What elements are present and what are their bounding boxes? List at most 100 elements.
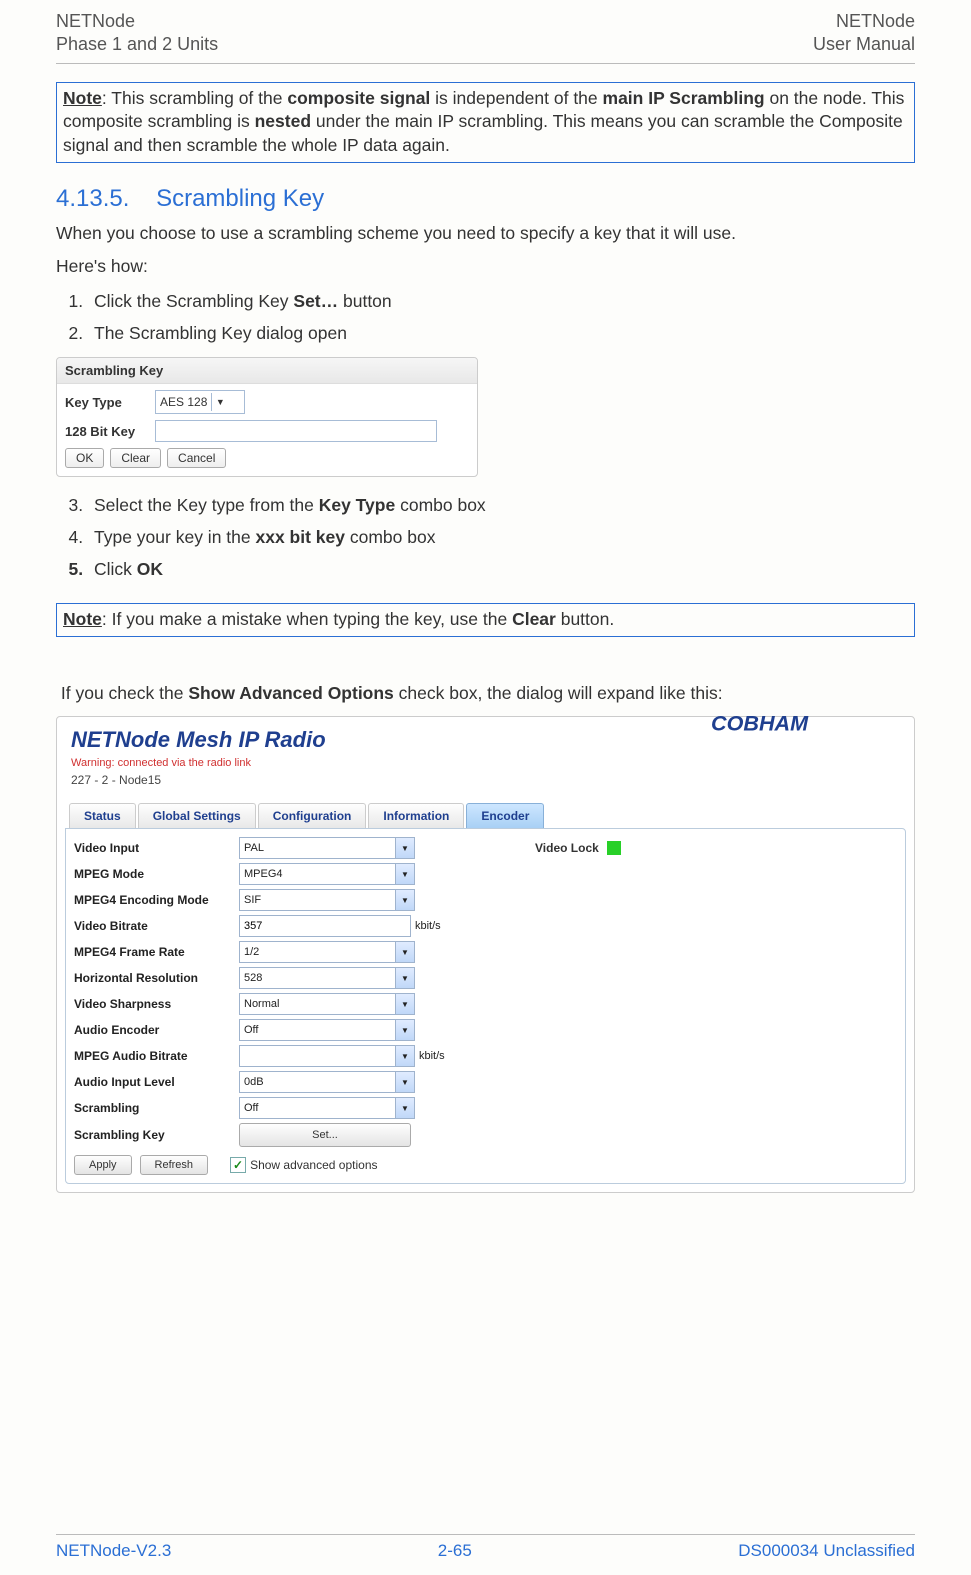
field-label: Audio Encoder	[74, 1023, 239, 1037]
field-label: Video Input	[74, 841, 239, 855]
tab-bar: StatusGlobal SettingsConfigurationInform…	[57, 791, 914, 828]
svg-text:COBHAM: COBHAM	[711, 711, 809, 736]
encoder-row-audio-encoder: Audio EncoderOff▼	[74, 1019, 897, 1041]
unit-label: kbit/s	[419, 1050, 445, 1062]
encoder-row-mpeg-audio-bitrate: MPEG Audio Bitrate ▼ kbit/s	[74, 1045, 897, 1067]
mpeg-mode-select[interactable]: MPEG4▼	[239, 863, 415, 885]
chevron-down-icon: ▼	[395, 1020, 414, 1040]
footer-right: DS000034 Unclassified	[738, 1541, 915, 1561]
checkmark-icon: ✓	[230, 1157, 246, 1173]
note2-prefix: Note	[63, 609, 102, 629]
encoder-row-scrambling: ScramblingOff▼	[74, 1097, 897, 1119]
intro-text-1: When you choose to use a scrambling sche…	[56, 221, 915, 246]
field-label: Audio Input Level	[74, 1075, 239, 1089]
tab-information[interactable]: Information	[368, 803, 464, 828]
encoder-form: Video InputPAL▼ Video Lock MPEG ModeMPEG4▼…	[65, 828, 906, 1184]
bit-key-label: 128 Bit Key	[65, 424, 155, 439]
section-number: 4.13.5.	[56, 185, 129, 212]
audio-encoder-select[interactable]: Off▼	[239, 1019, 415, 1041]
chevron-down-icon: ▼	[395, 968, 414, 988]
show-advanced-label: Show advanced options	[250, 1158, 377, 1172]
ok-button[interactable]: OK	[65, 448, 104, 468]
mpeg4-frame-rate-select[interactable]: 1/2▼	[239, 941, 415, 963]
header-subtitle: Phase 1 and 2 Units	[56, 33, 218, 56]
step-5: Click OK	[88, 555, 915, 583]
chevron-down-icon: ▼	[395, 994, 414, 1014]
chevron-down-icon: ▼	[395, 1072, 414, 1092]
encoder-row-video-input: Video InputPAL▼ Video Lock	[74, 837, 897, 859]
field-label: Video Bitrate	[74, 919, 239, 933]
video-bitrate-input[interactable]	[239, 915, 411, 937]
steps-list-1: Click the Scrambling Key Set… button The…	[56, 287, 915, 347]
step-4: Type your key in the xxx bit key combo b…	[88, 523, 915, 551]
video-input-select[interactable]: PAL▼	[239, 837, 415, 859]
encoder-row-video-sharpness: Video SharpnessNormal▼	[74, 993, 897, 1015]
key-type-label: Key Type	[65, 395, 155, 410]
mpeg-audio-bitrate-select[interactable]: ▼	[239, 1045, 415, 1067]
scrambling-key-set-button[interactable]: Set...	[239, 1123, 411, 1147]
step-1: Click the Scrambling Key Set… button	[88, 287, 915, 315]
tab-global-settings[interactable]: Global Settings	[138, 803, 256, 828]
encoder-row-scrambling-key: Scrambling KeySet...	[74, 1123, 897, 1147]
cobham-logo: COBHAM	[711, 709, 891, 744]
dialog-title: Scrambling Key	[57, 358, 477, 384]
bit-key-input[interactable]	[155, 420, 437, 442]
chevron-down-icon: ▼	[395, 942, 414, 962]
field-label: Horizontal Resolution	[74, 971, 239, 985]
encoder-row-audio-input-level: Audio Input Level0dB▼	[74, 1071, 897, 1093]
encoder-row-horizontal-resolution: Horizontal Resolution528▼	[74, 967, 897, 989]
section-name: Scrambling Key	[156, 185, 324, 212]
mpeg4-encoding-mode-select[interactable]: SIF▼	[239, 889, 415, 911]
field-label: Scrambling Key	[74, 1128, 239, 1142]
panel-warning: Warning: connected via the radio link	[71, 757, 900, 769]
encoder-row-video-bitrate: Video Bitrate kbit/s	[74, 915, 897, 937]
show-advanced-checkbox[interactable]: ✓ Show advanced options	[230, 1157, 377, 1173]
step-3: Select the Key type from the Key Type co…	[88, 491, 915, 519]
encoder-row-mpeg-mode: MPEG ModeMPEG4▼	[74, 863, 897, 885]
chevron-down-icon: ▼	[395, 1098, 414, 1118]
video-lock-label: Video Lock	[535, 841, 599, 855]
footer-left: NETNode-V2.3	[56, 1541, 171, 1561]
chevron-down-icon: ▼	[211, 393, 228, 411]
header-product-r: NETNode	[813, 10, 915, 33]
unit-label: kbit/s	[415, 920, 441, 932]
panel-subtitle: 227 - 2 - Node15	[71, 773, 900, 787]
field-label: MPEG Audio Bitrate	[74, 1049, 239, 1063]
tab-status[interactable]: Status	[69, 803, 136, 828]
horizontal-resolution-select[interactable]: 528▼	[239, 967, 415, 989]
apply-button[interactable]: Apply	[74, 1155, 132, 1175]
refresh-button[interactable]: Refresh	[140, 1155, 209, 1175]
key-type-select[interactable]: AES 128 ▼	[155, 390, 245, 414]
video-sharpness-select[interactable]: Normal▼	[239, 993, 415, 1015]
cancel-button[interactable]: Cancel	[167, 448, 226, 468]
scrambling-select[interactable]: Off▼	[239, 1097, 415, 1119]
encoder-row-mpeg4-frame-rate: MPEG4 Frame Rate1/2▼	[74, 941, 897, 963]
encoder-row-mpeg4-encoding-mode: MPEG4 Encoding ModeSIF▼	[74, 889, 897, 911]
video-lock-indicator	[607, 841, 621, 855]
note-box-clear: Note: If you make a mistake when typing …	[56, 603, 915, 637]
advanced-expand-text: If you check the Show Advanced Options c…	[56, 681, 915, 706]
tab-configuration[interactable]: Configuration	[258, 803, 367, 828]
page-footer: NETNode-V2.3 2-65 DS000034 Unclassified	[56, 1534, 915, 1561]
clear-button[interactable]: Clear	[110, 448, 161, 468]
header-product: NETNode	[56, 10, 218, 33]
field-label: Video Sharpness	[74, 997, 239, 1011]
field-label: Scrambling	[74, 1101, 239, 1115]
header-left: NETNode Phase 1 and 2 Units	[56, 10, 218, 57]
intro-text-2: Here's how:	[56, 254, 915, 279]
page-header: NETNode Phase 1 and 2 Units NETNode User…	[56, 10, 915, 64]
note-prefix: Note	[63, 88, 102, 108]
tab-encoder[interactable]: Encoder	[466, 803, 544, 828]
header-doc-type: User Manual	[813, 33, 915, 56]
step-2: The Scrambling Key dialog open	[88, 319, 915, 347]
steps-list-2: Select the Key type from the Key Type co…	[56, 491, 915, 583]
chevron-down-icon: ▼	[395, 890, 414, 910]
audio-input-level-select[interactable]: 0dB▼	[239, 1071, 415, 1093]
section-title: 4.13.5. Scrambling Key	[56, 185, 915, 213]
field-label: MPEG4 Frame Rate	[74, 945, 239, 959]
chevron-down-icon: ▼	[395, 1046, 414, 1066]
field-label: MPEG4 Encoding Mode	[74, 893, 239, 907]
encoder-panel: NETNode Mesh IP Radio COBHAM Warning: co…	[56, 716, 915, 1193]
header-right: NETNode User Manual	[813, 10, 915, 57]
note-box-composite-scrambling: Note: This scrambling of the composite s…	[56, 82, 915, 163]
